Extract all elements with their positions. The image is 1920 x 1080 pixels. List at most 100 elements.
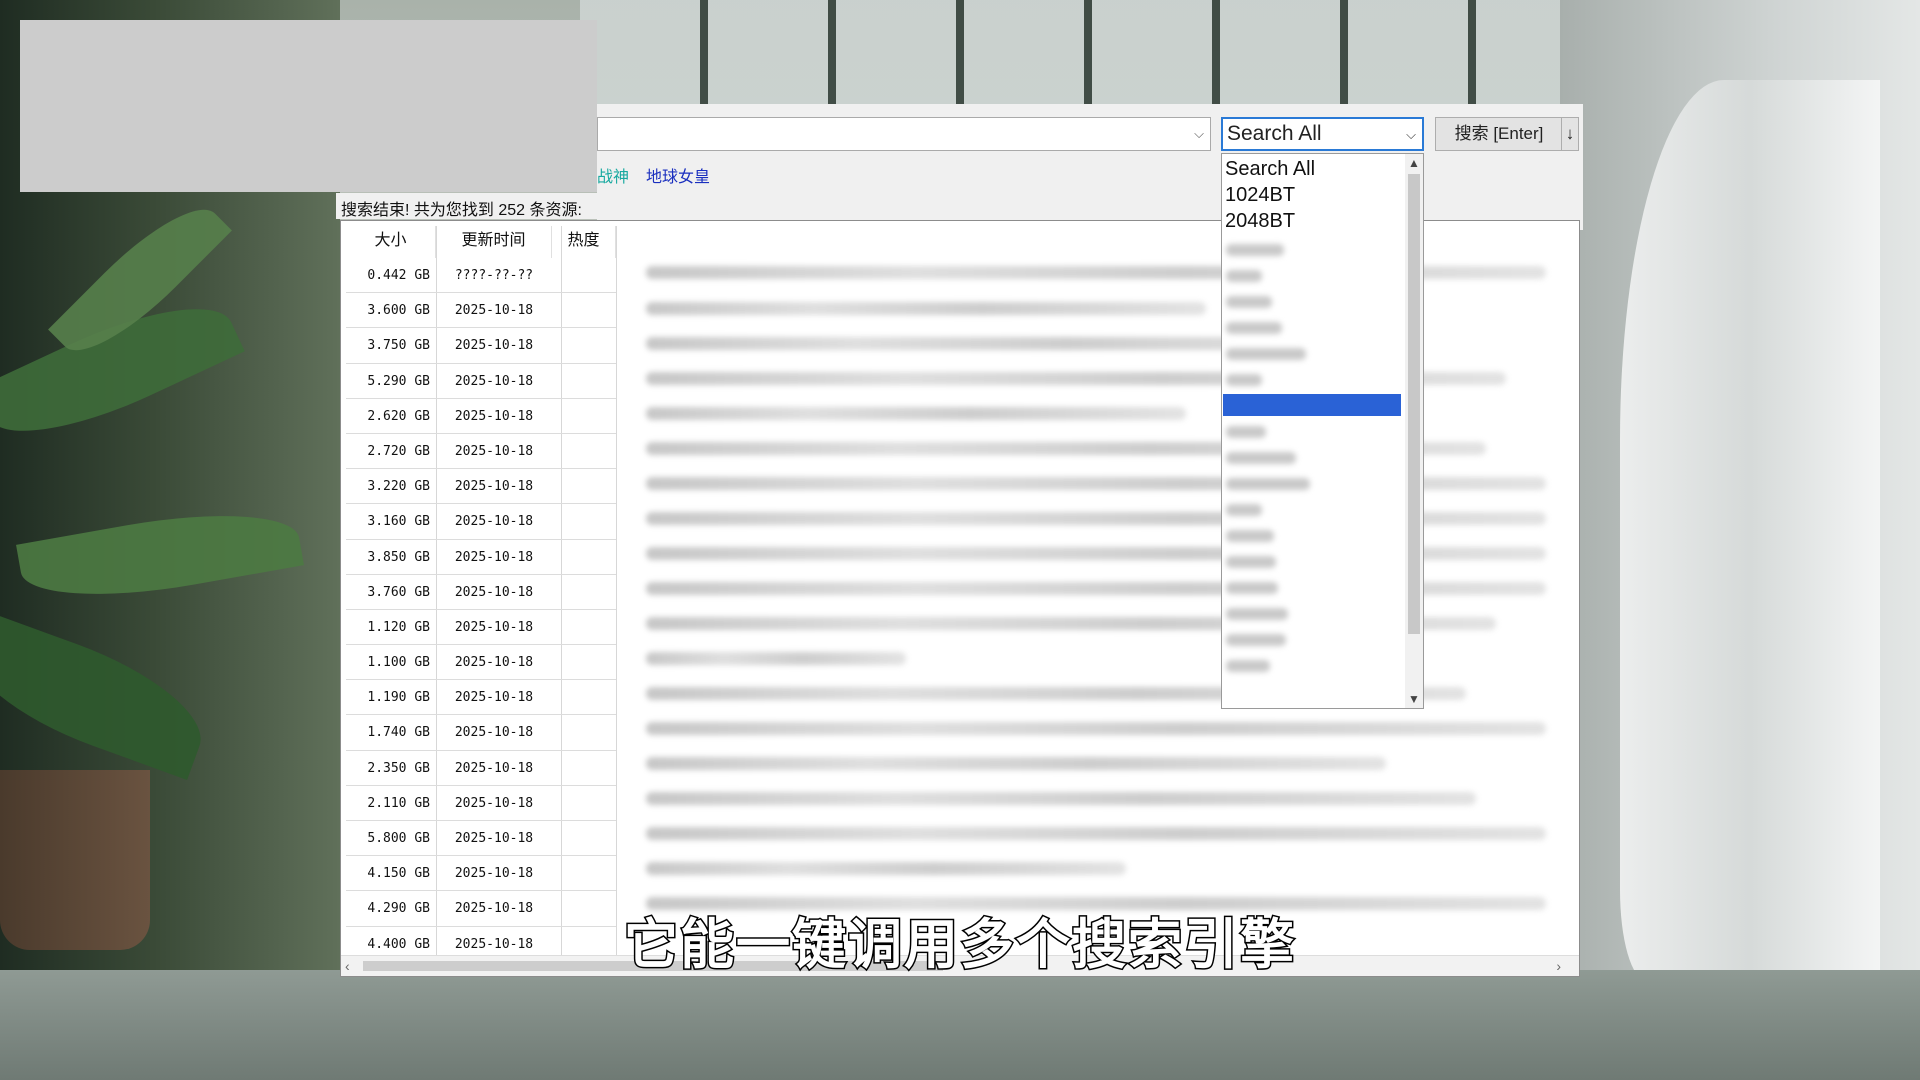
engine-select-value: Search All [1227, 122, 1322, 145]
blurred-title [646, 862, 1126, 875]
sort-button[interactable]: ↓ [1561, 117, 1579, 151]
blurred-title [646, 652, 906, 665]
column-divider [616, 226, 617, 961]
dropdown-option[interactable]: Search All [1225, 156, 1315, 182]
dropdown-option-blurred[interactable] [1226, 348, 1306, 360]
dropdown-option-blurred[interactable] [1226, 504, 1262, 516]
cell-date: ????-??-?? [454, 268, 534, 283]
chevron-up-icon[interactable]: ▲ [1408, 156, 1420, 170]
cell-date: 2025-10-18 [454, 584, 534, 600]
table-row[interactable]: 3.850 GB 2025-10-18 [346, 540, 616, 575]
cell-size: 2.110 GB [367, 795, 430, 811]
table-row[interactable]: 2.350 GB 2025-10-18 [346, 751, 616, 786]
cell-heat [552, 399, 616, 434]
dropdown-option[interactable]: 2048BT [1225, 208, 1295, 234]
table-row[interactable]: 3.760 GB 2025-10-18 [346, 575, 616, 610]
cell-size: 0.442 GB [367, 268, 430, 283]
video-subtitle: 它能一键调用多个搜索引擎 [623, 912, 1296, 978]
blurred-titles [636, 258, 1566, 958]
table-row[interactable]: 3.160 GB 2025-10-18 [346, 504, 616, 540]
cell-heat [552, 504, 616, 539]
cell-heat [552, 469, 616, 504]
result-summary-text: 搜索结束! 共为您找到 252 条资源: [341, 202, 582, 219]
engine-select[interactable]: Search All ⌵ [1221, 117, 1424, 151]
cell-heat [552, 610, 616, 645]
cell-size: 5.800 GB [367, 831, 430, 846]
table-body: 0.442 GB ????-??-?? 3.600 GB 2025-10-18 3.… [346, 258, 616, 962]
table-row[interactable]: 4.150 GB 2025-10-18 [346, 856, 616, 892]
cell-size: 1.100 GB [367, 655, 430, 671]
background-floor [0, 970, 1920, 1080]
cell-heat [552, 434, 616, 469]
cell-date: 2025-10-18 [454, 479, 534, 495]
cell-date: 2025-10-18 [454, 443, 534, 459]
cell-size: 2.620 GB [367, 408, 430, 424]
scrollbar-thumb[interactable] [1408, 174, 1420, 634]
dropdown-option-blurred[interactable] [1226, 660, 1270, 672]
dropdown-option-blurred[interactable] [1226, 322, 1282, 334]
dropdown-option-blurred[interactable] [1226, 244, 1284, 256]
table-row[interactable]: 2.620 GB 2025-10-18 [346, 399, 616, 434]
cell-size: 2.350 GB [367, 760, 430, 776]
cell-date: 2025-10-18 [454, 373, 534, 389]
tag-link[interactable]: 地球女皇 [646, 163, 710, 187]
cell-heat [552, 751, 616, 786]
table-row[interactable]: 2.110 GB 2025-10-18 [346, 786, 616, 821]
cell-date: 2025-10-18 [454, 514, 534, 530]
dropdown-scrollbar[interactable]: ▲ ▼ [1405, 154, 1423, 708]
dropdown-option-blurred[interactable] [1226, 582, 1278, 594]
cell-heat [552, 328, 616, 363]
cell-size: 5.290 GB [367, 373, 430, 389]
background-window [580, 0, 1580, 110]
dropdown-option-blurred[interactable] [1226, 608, 1288, 620]
table-row[interactable]: 2.720 GB 2025-10-18 [346, 434, 616, 470]
column-header-size[interactable]: 大小 [346, 226, 436, 258]
cell-date: 2025-10-18 [454, 866, 534, 882]
table-row[interactable]: 5.290 GB 2025-10-18 [346, 364, 616, 399]
cell-date: 2025-10-18 [454, 795, 534, 811]
table-row[interactable]: 1.740 GB 2025-10-18 [346, 715, 616, 751]
cell-heat [552, 364, 616, 399]
cell-date: 2025-10-18 [454, 549, 534, 565]
cell-heat [552, 821, 616, 856]
tag-link[interactable]: 战神 [597, 163, 629, 187]
blurred-title [646, 407, 1186, 420]
cell-size: 2.720 GB [367, 443, 430, 459]
dropdown-option-blurred[interactable] [1226, 452, 1296, 464]
engine-dropdown-list[interactable]: Search All 1024BT 2048BT ▲ ▼ [1221, 153, 1424, 709]
table-row[interactable]: 1.190 GB 2025-10-18 [346, 680, 616, 716]
table-row[interactable]: 3.600 GB 2025-10-18 [346, 293, 616, 329]
cell-size: 4.150 GB [367, 866, 430, 882]
cell-date: 2025-10-18 [454, 725, 534, 741]
dropdown-option-blurred[interactable] [1226, 296, 1272, 308]
dropdown-option-blurred[interactable] [1226, 270, 1262, 282]
dropdown-option-blurred[interactable] [1226, 426, 1266, 438]
cell-heat [552, 715, 616, 750]
blurred-title [646, 792, 1476, 805]
table-row[interactable]: 1.120 GB 2025-10-18 [346, 610, 616, 646]
chevron-down-icon[interactable]: ▼ [1408, 692, 1420, 706]
search-button[interactable]: 搜索 [Enter] [1435, 117, 1563, 151]
blurred-title [646, 302, 1206, 315]
dropdown-option[interactable]: 1024BT [1225, 182, 1295, 208]
dropdown-option-blurred[interactable] [1226, 530, 1274, 542]
search-input[interactable]: ⌵ [597, 117, 1211, 151]
table-row[interactable]: 1.100 GB 2025-10-18 [346, 645, 616, 681]
cell-date: 2025-10-18 [454, 619, 534, 635]
table-row[interactable]: 3.220 GB 2025-10-18 [346, 469, 616, 505]
chevron-down-icon: ⌵ [1406, 127, 1416, 142]
dropdown-option-blurred[interactable] [1226, 556, 1276, 568]
redaction-box [20, 20, 597, 192]
dropdown-option-blurred[interactable] [1226, 634, 1286, 646]
chevron-down-icon[interactable]: ⌵ [1194, 126, 1204, 142]
table-row[interactable]: 0.442 GB ????-??-?? [346, 258, 616, 294]
cell-heat [552, 645, 616, 680]
table-row[interactable]: 3.750 GB 2025-10-18 [346, 328, 616, 364]
dropdown-option-blurred[interactable] [1226, 478, 1310, 490]
cell-heat [552, 786, 616, 821]
table-row[interactable]: 5.800 GB 2025-10-18 [346, 821, 616, 857]
dropdown-option-blurred[interactable] [1226, 374, 1262, 386]
cell-date: 2025-10-18 [454, 338, 534, 354]
dropdown-option-highlighted[interactable] [1223, 394, 1401, 416]
column-header-date[interactable]: 更新时间 [436, 226, 552, 258]
